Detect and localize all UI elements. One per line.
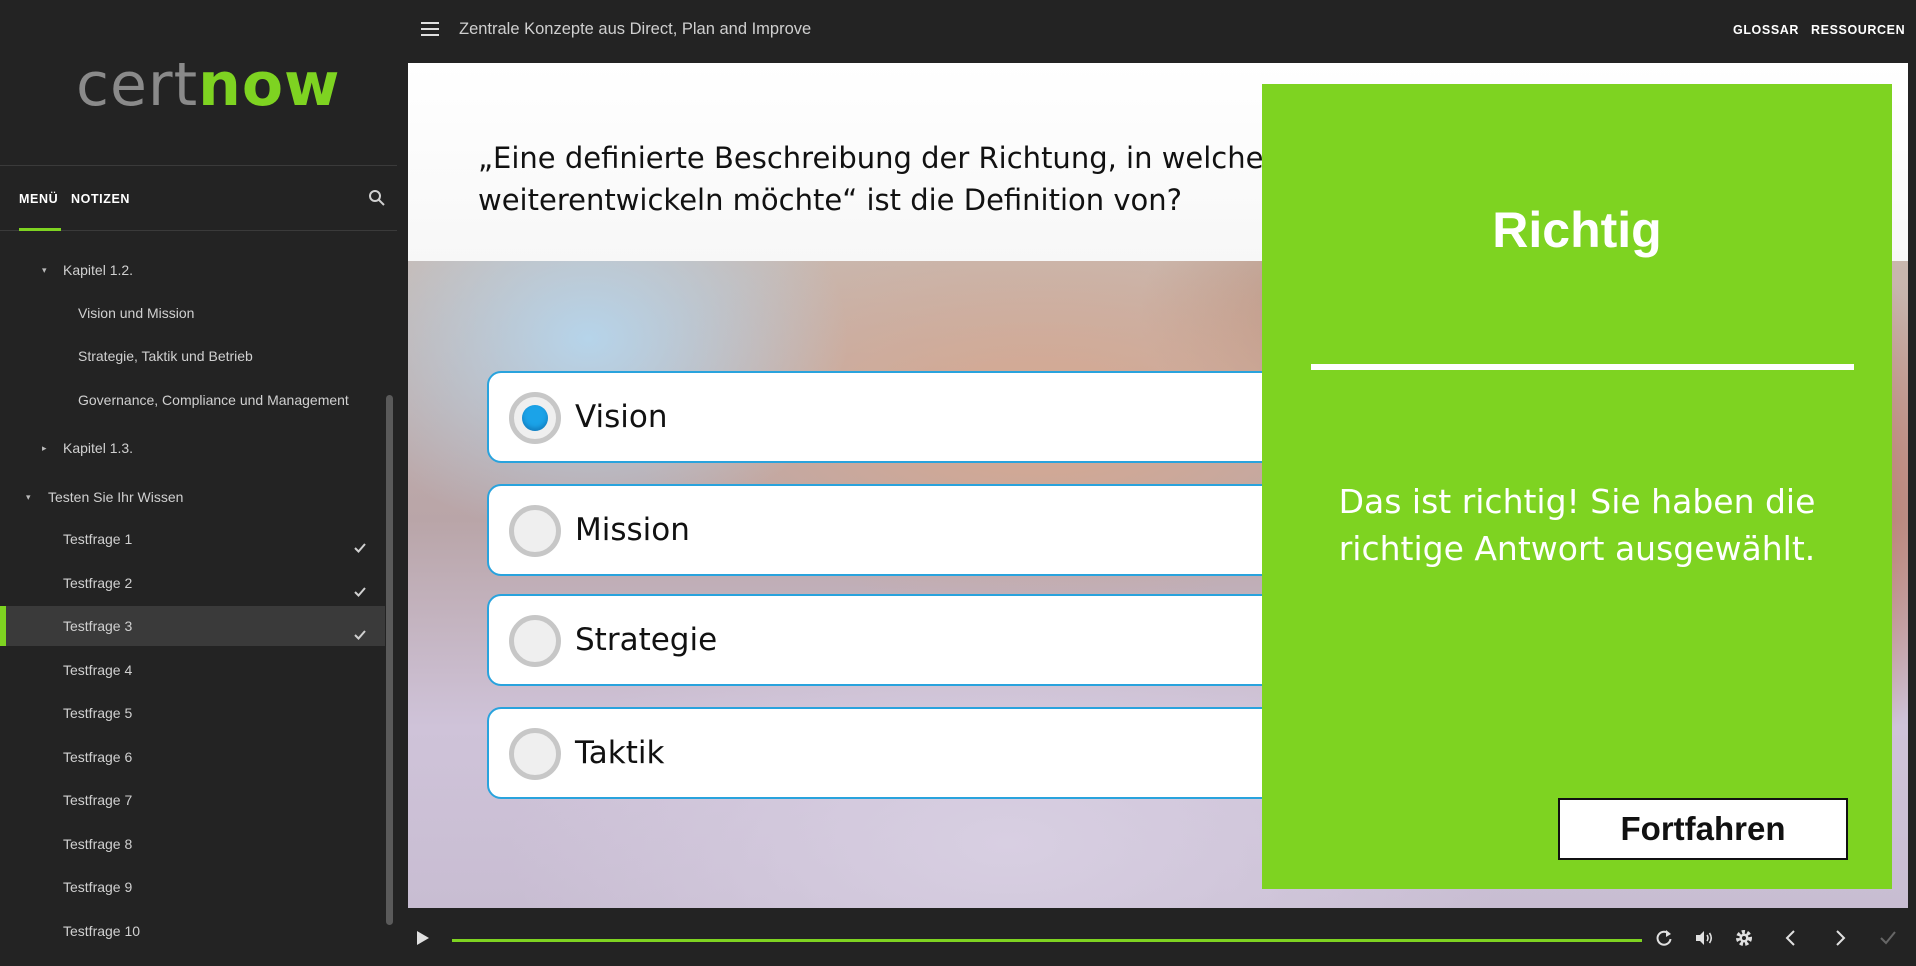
settings-gear-icon[interactable]: [1733, 927, 1755, 949]
check-icon: [352, 575, 368, 597]
answer-label: Mission: [575, 512, 690, 548]
toc-item-label: Testfrage 10: [63, 923, 141, 939]
replay-icon[interactable]: [1653, 927, 1675, 949]
toc-item-governance[interactable]: Governance, Compliance und Management: [0, 380, 385, 420]
toc-item-label: Testfrage 3: [63, 618, 133, 634]
hamburger-menu-icon[interactable]: [421, 22, 439, 36]
next-slide-icon[interactable]: [1829, 927, 1851, 949]
glossar-link[interactable]: GLOSSAR: [1733, 0, 1799, 60]
radio-selected-dot: [522, 405, 548, 431]
toc-item-label: Testfrage 4: [63, 662, 133, 678]
toc-item-label: Governance, Compliance und Management: [78, 392, 349, 408]
tab-menu[interactable]: MENÜ: [19, 167, 58, 231]
toc-item-label: Strategie, Taktik und Betrieb: [78, 348, 253, 364]
sidebar-tabs: MENÜ NOTIZEN: [0, 167, 397, 231]
expand-caret-icon: ▾: [26, 492, 31, 502]
sidebar-scrollbar[interactable]: [386, 395, 393, 925]
radio-button[interactable]: [509, 615, 561, 667]
progress-bar[interactable]: [452, 939, 1642, 942]
toc-item-label: Testfrage 8: [63, 836, 133, 852]
logo-area: certnow: [0, 0, 397, 166]
check-icon: [352, 618, 368, 640]
toc-item-vision-und-mission[interactable]: Vision und Mission: [0, 293, 385, 333]
toc-item-testfrage-4[interactable]: Testfrage 4: [0, 650, 385, 690]
radio-button[interactable]: [509, 505, 561, 557]
previous-slide-icon[interactable]: [1780, 927, 1802, 949]
toc-item-label: Testfrage 2: [63, 575, 133, 591]
course-title: Zentrale Konzepte aus Direct, Plan and I…: [459, 20, 812, 38]
radio-button[interactable]: [509, 728, 561, 780]
toc-item-testfrage-7[interactable]: Testfrage 7: [0, 780, 385, 820]
toc-item-testfrage-5[interactable]: Testfrage 5: [0, 693, 385, 733]
toc-item-label: Testfrage 1: [63, 531, 133, 547]
answer-label: Strategie: [575, 622, 718, 658]
toc-item-kapitel-1-3[interactable]: ▸ Kapitel 1.3.: [0, 428, 385, 468]
expand-caret-icon: ▾: [42, 265, 47, 275]
active-item-indicator: [0, 606, 6, 646]
feedback-message: Das ist richtig! Sie haben die richtige …: [1338, 482, 1816, 568]
collapse-caret-icon: ▸: [42, 443, 47, 453]
player-controls: [397, 908, 1916, 966]
continue-button[interactable]: Fortfahren: [1558, 798, 1848, 860]
certnow-logo: certnow: [76, 50, 341, 120]
toc-item-label: Testfrage 7: [63, 792, 133, 808]
toc-item-kapitel-1-2[interactable]: ▾ Kapitel 1.2.: [0, 250, 385, 290]
toc-item-testfrage-8[interactable]: Testfrage 8: [0, 824, 385, 864]
toc-item-testfrage-1[interactable]: Testfrage 1: [0, 519, 385, 559]
top-bar: Zentrale Konzepte aus Direct, Plan and I…: [397, 0, 1916, 62]
volume-icon[interactable]: [1693, 927, 1715, 949]
toc-item-testfrage-9[interactable]: Testfrage 9: [0, 867, 385, 907]
feedback-divider: [1311, 364, 1854, 370]
active-tab-indicator: [19, 228, 61, 231]
ressourcen-link[interactable]: RESSOURCEN: [1811, 0, 1905, 60]
toc-item-label: Vision und Mission: [78, 305, 195, 321]
answer-label: Vision: [575, 399, 668, 435]
toc-item-label: Testfrage 9: [63, 879, 133, 895]
feedback-panel: Richtig Das ist richtig! Sie haben die r…: [1262, 84, 1892, 889]
tab-notes[interactable]: NOTIZEN: [71, 167, 130, 231]
search-icon[interactable]: [368, 189, 386, 207]
submit-check-icon[interactable]: [1877, 927, 1899, 949]
feedback-title: Richtig: [1492, 202, 1662, 258]
progress-fill: [452, 939, 1642, 942]
toc-item-strategie-taktik-betrieb[interactable]: Strategie, Taktik und Betrieb: [0, 336, 385, 376]
toc-item-testfrage-2[interactable]: Testfrage 2: [0, 563, 385, 603]
toc-item-testen-sie-ihr-wissen[interactable]: ▾ Testen Sie Ihr Wissen: [0, 477, 385, 517]
toc-item-label: Kapitel 1.2.: [63, 262, 134, 278]
toc-item-label: Testen Sie Ihr Wissen: [48, 489, 184, 505]
toc-item-testfrage-10[interactable]: Testfrage 10: [0, 911, 385, 951]
answer-label: Taktik: [575, 735, 665, 771]
radio-button-selected[interactable]: [509, 392, 561, 444]
sidebar: certnow MENÜ NOTIZEN ▾ Kapitel 1.2. Visi…: [0, 0, 397, 966]
toc-item-label: Testfrage 6: [63, 749, 133, 765]
toc-item-testfrage-3[interactable]: Testfrage 3: [0, 606, 385, 646]
toc-item-testfrage-6[interactable]: Testfrage 6: [0, 737, 385, 777]
play-icon[interactable]: [411, 927, 433, 949]
toc-item-label: Kapitel 1.3.: [63, 440, 134, 456]
check-icon: [352, 531, 368, 553]
toc-item-label: Testfrage 5: [63, 705, 133, 721]
